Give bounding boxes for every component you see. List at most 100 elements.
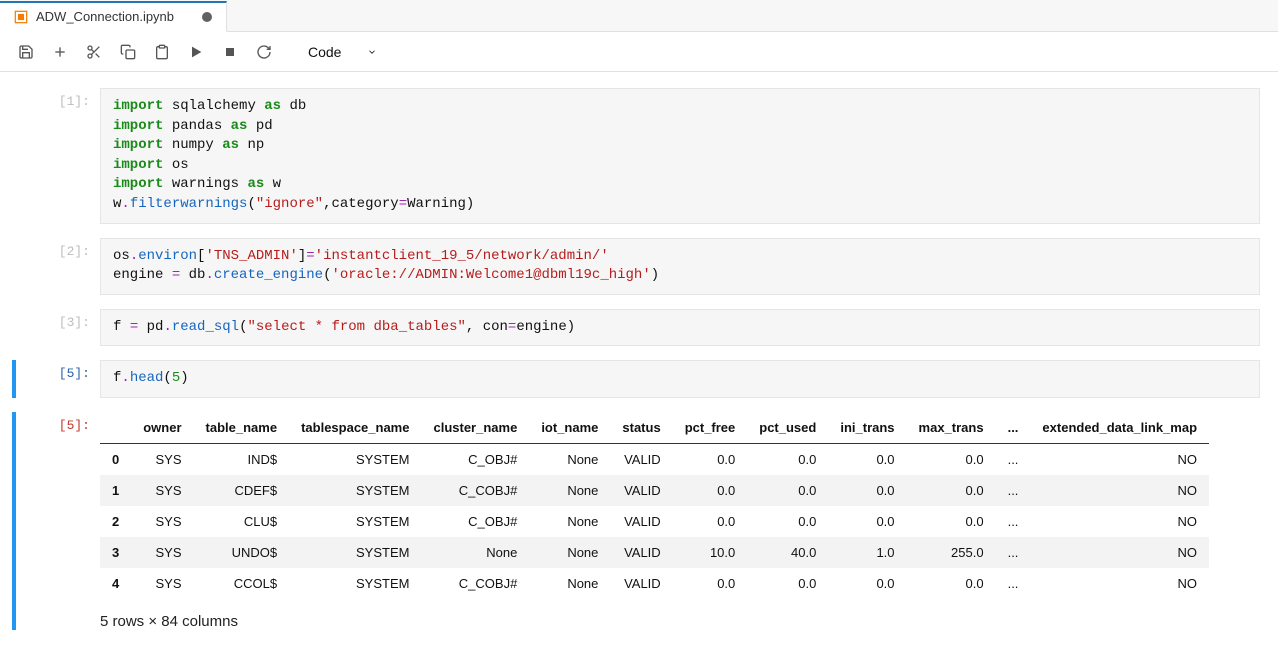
dataframe-row-index: 0 (100, 443, 131, 475)
dataframe-cell: C_COBJ# (421, 475, 529, 506)
dataframe-cell: NO (1030, 506, 1209, 537)
dataframe-cell: 255.0 (907, 537, 996, 568)
cell-select-bar (12, 412, 16, 630)
output-cell: [5]: ownertable_nametablespace_nameclust… (12, 412, 1278, 630)
notebook-tab-title: ADW_Connection.ipynb (36, 9, 174, 24)
dataframe-cell: VALID (610, 506, 672, 537)
dataframe-cell: SYSTEM (289, 475, 421, 506)
copy-button[interactable] (116, 40, 140, 64)
dataframe-cell: SYSTEM (289, 568, 421, 599)
dataframe-column-header: pct_free (673, 412, 748, 444)
dataframe-column-header: status (610, 412, 672, 444)
dataframe-cell: C_OBJ# (421, 506, 529, 537)
cell-select-bar (12, 88, 16, 224)
dataframe-cell: 0.0 (828, 443, 906, 475)
run-button[interactable] (184, 40, 208, 64)
dataframe-cell: 0.0 (907, 443, 996, 475)
dataframe-cell: None (529, 443, 610, 475)
dataframe-summary: 5 rows × 84 columns (100, 613, 1260, 630)
notebook-icon (14, 10, 28, 24)
code-input[interactable]: f = pd.read_sql("select * from dba_table… (100, 309, 1260, 347)
dataframe-column-header: table_name (194, 412, 290, 444)
dataframe-cell: SYSTEM (289, 443, 421, 475)
dataframe-cell: SYS (131, 568, 193, 599)
dataframe-cell: ... (996, 443, 1031, 475)
code-input[interactable]: f.head(5) (100, 360, 1260, 398)
dataframe-cell: VALID (610, 443, 672, 475)
dataframe-cell: 40.0 (747, 537, 828, 568)
code-input[interactable]: os.environ['TNS_ADMIN']='instantclient_1… (100, 238, 1260, 295)
table-row: 3SYSUNDO$SYSTEMNoneNoneVALID10.040.01.02… (100, 537, 1209, 568)
code-input[interactable]: import sqlalchemy as db import pandas as… (100, 88, 1260, 224)
dataframe-column-header: extended_data_link_map (1030, 412, 1209, 444)
cell-type-label: Code (308, 44, 341, 60)
cut-button[interactable] (82, 40, 106, 64)
cell-prompt: [2]: (20, 238, 100, 259)
code-cell[interactable]: [3]: f = pd.read_sql("select * from dba_… (12, 309, 1278, 347)
cell-type-dropdown[interactable]: Code (300, 42, 385, 62)
stop-button[interactable] (218, 40, 242, 64)
notebook-area: [1]: import sqlalchemy as db import pand… (0, 72, 1278, 668)
paste-button[interactable] (150, 40, 174, 64)
table-row: 1SYSCDEF$SYSTEMC_COBJ#NoneVALID0.00.00.0… (100, 475, 1209, 506)
dataframe-column-header: cluster_name (421, 412, 529, 444)
dataframe-cell: None (529, 475, 610, 506)
restart-button[interactable] (252, 40, 276, 64)
dataframe-cell: NO (1030, 443, 1209, 475)
dataframe-cell: 0.0 (907, 475, 996, 506)
dataframe-cell: SYS (131, 537, 193, 568)
dataframe-cell: 0.0 (907, 568, 996, 599)
dataframe-cell: SYSTEM (289, 537, 421, 568)
dataframe-cell: 0.0 (673, 506, 748, 537)
cell-prompt: [5]: (20, 360, 100, 381)
dataframe-column-header: iot_name (529, 412, 610, 444)
dataframe-cell: ... (996, 475, 1031, 506)
dataframe-cell: NO (1030, 537, 1209, 568)
save-button[interactable] (14, 40, 38, 64)
dataframe-row-index: 1 (100, 475, 131, 506)
dataframe-cell: VALID (610, 537, 672, 568)
notebook-tab[interactable]: ADW_Connection.ipynb (0, 1, 227, 32)
code-cell[interactable]: [1]: import sqlalchemy as db import pand… (12, 88, 1278, 224)
output-prompt: [5]: (20, 412, 100, 433)
code-cell[interactable]: [2]: os.environ['TNS_ADMIN']='instantcli… (12, 238, 1278, 295)
dataframe-cell: SYS (131, 506, 193, 537)
tab-bar: ADW_Connection.ipynb (0, 0, 1278, 32)
cell-prompt: [3]: (20, 309, 100, 330)
dataframe-cell: None (529, 537, 610, 568)
dataframe-cell: 0.0 (747, 443, 828, 475)
cell-select-bar (12, 238, 16, 295)
dataframe-row-index: 2 (100, 506, 131, 537)
dataframe-column-header: tablespace_name (289, 412, 421, 444)
dataframe-cell: SYS (131, 475, 193, 506)
dataframe-cell: 0.0 (828, 506, 906, 537)
dataframe-cell: 0.0 (907, 506, 996, 537)
dataframe-cell: None (421, 537, 529, 568)
dataframe-cell: 0.0 (828, 568, 906, 599)
dataframe-cell: VALID (610, 475, 672, 506)
cell-select-bar (12, 360, 16, 398)
code-cell[interactable]: [5]: f.head(5) (12, 360, 1278, 398)
dataframe-cell: C_OBJ# (421, 443, 529, 475)
dataframe-cell: None (529, 506, 610, 537)
dataframe-column-header: ... (996, 412, 1031, 444)
dataframe-cell: IND$ (194, 443, 290, 475)
dataframe-cell: CDEF$ (194, 475, 290, 506)
table-row: 4SYSCCOL$SYSTEMC_COBJ#NoneVALID0.00.00.0… (100, 568, 1209, 599)
dataframe-cell: 0.0 (747, 475, 828, 506)
dataframe-row-index: 4 (100, 568, 131, 599)
dataframe-cell: 10.0 (673, 537, 748, 568)
dataframe-cell: CCOL$ (194, 568, 290, 599)
dataframe-table: ownertable_nametablespace_namecluster_na… (100, 412, 1209, 599)
chevron-down-icon (367, 47, 377, 57)
toolbar: Code (0, 32, 1278, 72)
dataframe-cell: SYS (131, 443, 193, 475)
insert-cell-button[interactable] (48, 40, 72, 64)
dataframe-cell: 0.0 (747, 506, 828, 537)
dataframe-cell: NO (1030, 568, 1209, 599)
table-row: 2SYSCLU$SYSTEMC_OBJ#NoneVALID0.00.00.00.… (100, 506, 1209, 537)
dataframe-column-header: pct_used (747, 412, 828, 444)
dataframe-cell: 0.0 (673, 443, 748, 475)
dataframe-cell: None (529, 568, 610, 599)
cell-select-bar (12, 309, 16, 347)
